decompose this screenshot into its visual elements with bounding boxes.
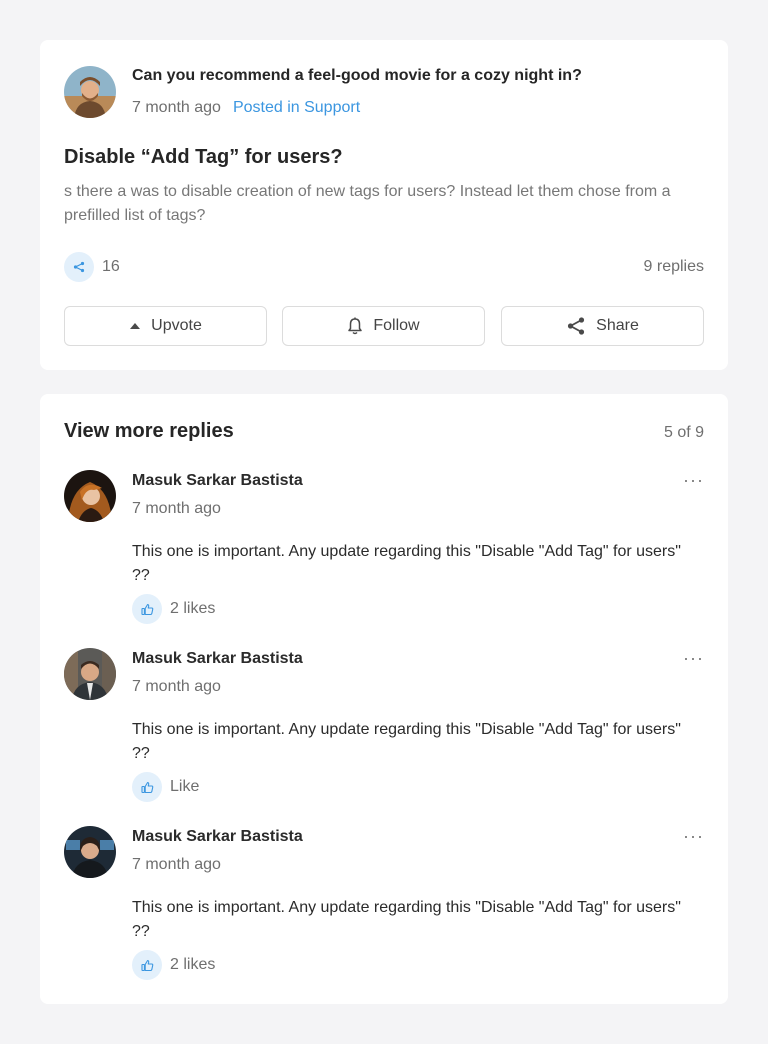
share-count: 16	[64, 252, 120, 282]
reply-author[interactable]: Masuk Sarkar Bastista	[132, 828, 303, 846]
replies-card: View more replies 5 of 9 Masuk Sarkar Ba…	[40, 394, 728, 1004]
reply-author[interactable]: Masuk Sarkar Bastista	[132, 472, 303, 490]
avatar-image	[64, 826, 116, 878]
follow-label: Follow	[373, 317, 420, 334]
reply-item: Masuk Sarkar Bastista 7 month ago ··· Th…	[40, 470, 728, 624]
post-question[interactable]: Can you recommend a feel-good movie for …	[132, 67, 582, 85]
reply-item: Masuk Sarkar Bastista 7 month ago ··· Th…	[40, 826, 728, 980]
like-button[interactable]: Like	[132, 772, 199, 802]
reply-time: 7 month ago	[132, 856, 221, 873]
thumbs-up-icon	[132, 594, 162, 624]
replies-count[interactable]: 9 replies	[644, 258, 704, 276]
thumbs-up-icon	[132, 950, 162, 980]
upvote-label: Upvote	[151, 317, 202, 334]
more-options-button[interactable]: ···	[683, 827, 704, 845]
avatar-image	[64, 470, 116, 522]
post-time: 7 month ago	[132, 99, 221, 116]
thumbs-up-icon	[132, 772, 162, 802]
follow-button[interactable]: Follow	[282, 306, 485, 346]
reply-text: This one is important. Any update regard…	[132, 543, 681, 584]
like-label: 2 likes	[170, 600, 216, 617]
post-card: Can you recommend a feel-good movie for …	[40, 40, 728, 370]
more-options-button[interactable]: ···	[683, 471, 704, 489]
upvote-button[interactable]: Upvote	[64, 306, 267, 346]
reply-author-avatar[interactable]	[64, 470, 116, 522]
reply-time: 7 month ago	[132, 500, 221, 517]
reply-time: 7 month ago	[132, 678, 221, 695]
like-label: Like	[170, 778, 200, 795]
bell-icon	[347, 317, 363, 335]
reply-text: This one is important. Any update regard…	[132, 899, 681, 940]
reply-text: This one is important. Any update regard…	[132, 721, 681, 762]
like-button[interactable]: 2 likes	[132, 594, 215, 624]
avatar-image	[64, 66, 116, 118]
like-label: 2 likes	[170, 956, 216, 973]
post-title[interactable]: Disable “Add Tag” for users?	[64, 146, 343, 169]
avatar-image	[64, 648, 116, 700]
reply-author-avatar[interactable]	[64, 648, 116, 700]
replies-heading: View more replies	[64, 420, 234, 442]
caret-up-icon	[129, 322, 141, 330]
like-button[interactable]: 2 likes	[132, 950, 215, 980]
reply-author[interactable]: Masuk Sarkar Bastista	[132, 650, 303, 668]
share-icon	[566, 316, 586, 336]
share-label: Share	[596, 317, 639, 334]
posted-in-link[interactable]: Posted in Support	[233, 99, 360, 116]
post-author-avatar[interactable]	[64, 66, 116, 118]
reply-item: Masuk Sarkar Bastista 7 month ago ··· Th…	[40, 648, 728, 802]
post-body: s there a was to disable creation of new…	[64, 183, 671, 224]
more-options-button[interactable]: ···	[683, 649, 704, 667]
share-button[interactable]: Share	[501, 306, 704, 346]
replies-pager: 5 of 9	[663, 424, 704, 441]
share-icon	[64, 252, 94, 282]
share-count-value: 16	[102, 258, 120, 275]
post-meta: 7 month ago Posted in Support	[132, 99, 360, 117]
reply-author-avatar[interactable]	[64, 826, 116, 878]
